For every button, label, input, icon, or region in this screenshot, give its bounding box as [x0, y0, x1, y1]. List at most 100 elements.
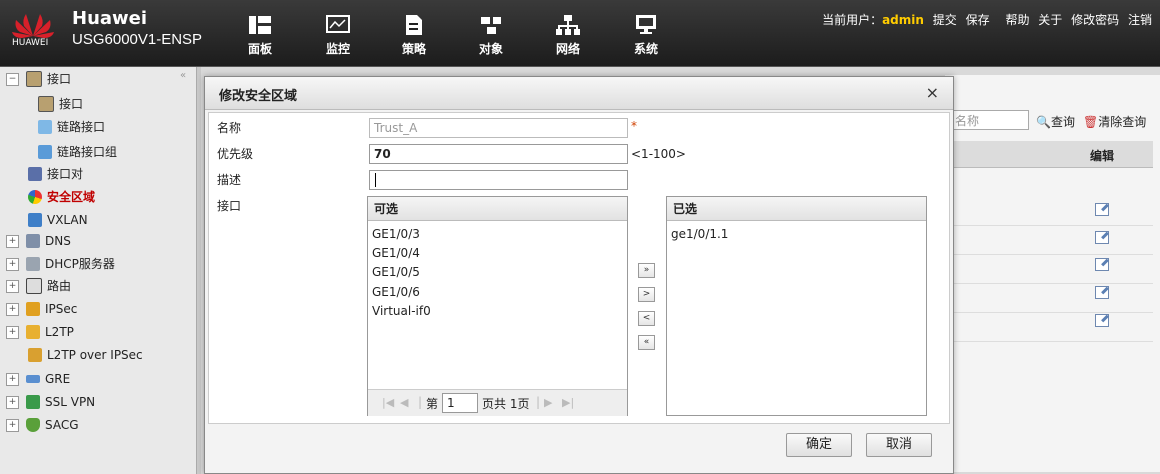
query-button[interactable]: 🔍查询: [1036, 113, 1075, 130]
close-icon[interactable]: ×: [926, 83, 939, 102]
cancel-button[interactable]: 取消: [866, 433, 932, 457]
help-link[interactable]: 帮助: [1005, 13, 1029, 27]
available-option[interactable]: GE1/0/6: [372, 285, 420, 299]
move-all-left-button[interactable]: «: [638, 335, 655, 350]
submit-link[interactable]: 提交: [933, 13, 957, 27]
sidebar-item-dns[interactable]: + DNS: [6, 231, 71, 251]
edit-icon[interactable]: [1095, 258, 1109, 271]
first-page-icon[interactable]: |◀: [382, 396, 394, 409]
current-user-label: 当前用户：: [822, 13, 883, 27]
policy-icon: [406, 15, 422, 35]
current-user: admin: [882, 13, 924, 27]
expand-toggle-icon[interactable]: +: [6, 302, 19, 316]
nav-label: 网络: [555, 42, 580, 56]
query-label: 查询: [1050, 115, 1075, 129]
interface-pair-icon: [28, 167, 42, 181]
move-left-button[interactable]: <: [638, 311, 655, 326]
zone-search-input[interactable]: 名称: [951, 110, 1029, 130]
available-option[interactable]: Virtual-if0: [372, 304, 431, 318]
security-zone-icon: [28, 190, 42, 204]
dialog-body: 名称 Trust_A * 优先级 70 <1-100> 描述 接口 可选 GE1…: [208, 112, 950, 424]
sidebar-item-link-interface-group[interactable]: 链路接口组: [38, 142, 117, 162]
save-link[interactable]: 保存: [966, 13, 990, 27]
page-number-input[interactable]: 1: [442, 393, 478, 413]
name-field[interactable]: Trust_A: [369, 118, 628, 138]
next-page-icon[interactable]: ▶: [544, 396, 552, 409]
gre-icon: [26, 375, 40, 383]
prev-page-icon[interactable]: ◀: [400, 396, 408, 409]
list-pager: |◀ ◀ | 第 1 页共 1页 | ▶ ▶|: [368, 389, 627, 416]
description-field[interactable]: [369, 170, 628, 190]
priority-field[interactable]: 70: [369, 144, 628, 164]
collapse-toggle-icon[interactable]: −: [6, 72, 19, 86]
sidebar-item-interface-pair[interactable]: 接口对: [28, 164, 83, 184]
expand-toggle-icon[interactable]: +: [6, 325, 19, 339]
confirm-button[interactable]: 确定: [786, 433, 852, 457]
l2tp-icon: [26, 325, 40, 339]
collapse-sidebar-icon[interactable]: «: [180, 70, 186, 81]
sidebar-item-l2tp[interactable]: + L2TP: [6, 322, 74, 342]
sidebar-item-interface-group[interactable]: − 接口: [6, 69, 71, 89]
sidebar-item-security-zone[interactable]: 安全区域: [28, 187, 95, 207]
dialog-title-bar: 修改安全区域 ×: [205, 77, 953, 110]
sidebar-item-vxlan[interactable]: VXLAN: [28, 210, 88, 230]
brand-name: Huawei: [72, 8, 148, 29]
l2tp-over-ipsec-icon: [28, 348, 42, 362]
about-link[interactable]: 关于: [1038, 13, 1062, 27]
required-mark: *: [631, 119, 637, 133]
sidebar-item-gre[interactable]: + GRE: [6, 369, 70, 389]
sidebar-item-dhcp-server[interactable]: + DHCP服务器: [6, 254, 115, 274]
link-interface-icon: [38, 120, 52, 134]
edit-icon[interactable]: [1095, 286, 1109, 299]
dns-icon: [26, 234, 40, 248]
move-all-right-button[interactable]: »: [638, 263, 655, 278]
sacg-icon: [26, 418, 40, 432]
sidebar-item-label: L2TP over IPSec: [47, 348, 143, 362]
sidebar-item-link-interface[interactable]: 链路接口: [38, 117, 105, 137]
available-option[interactable]: GE1/0/5: [372, 265, 420, 279]
device-model: USG6000V1-ENSP: [72, 31, 203, 48]
nav-system[interactable]: 系统: [621, 14, 671, 57]
sidebar-item-ipsec[interactable]: + IPSec: [6, 299, 77, 319]
nav-object[interactable]: 对象: [466, 14, 516, 57]
expand-toggle-icon[interactable]: +: [6, 418, 19, 432]
selected-option[interactable]: ge1/0/1.1: [671, 227, 728, 241]
table-row: [953, 283, 1153, 313]
expand-toggle-icon[interactable]: +: [6, 372, 19, 386]
move-right-button[interactable]: >: [638, 287, 655, 302]
edit-icon[interactable]: [1095, 231, 1109, 244]
expand-toggle-icon[interactable]: +: [6, 395, 19, 409]
expand-toggle-icon[interactable]: +: [6, 257, 19, 271]
nav-policy[interactable]: 策略: [389, 14, 439, 57]
nav-network[interactable]: 网络: [543, 14, 593, 57]
sidebar-item-sacg[interactable]: + SACG: [6, 415, 79, 435]
sidebar-item-l2tp-over-ipsec[interactable]: L2TP over IPSec: [28, 345, 143, 365]
priority-range-hint: <1-100>: [631, 147, 686, 161]
route-icon: [26, 278, 42, 294]
sidebar-item-interface[interactable]: 接口: [38, 94, 83, 114]
available-option[interactable]: GE1/0/3: [372, 227, 420, 241]
edit-icon[interactable]: [1095, 203, 1109, 216]
sidebar-item-ssl-vpn[interactable]: + SSL VPN: [6, 392, 95, 412]
last-page-icon[interactable]: ▶|: [562, 396, 574, 409]
nav-label: 监控: [325, 42, 350, 56]
edit-icon[interactable]: [1095, 314, 1109, 327]
change-password-link[interactable]: 修改密码: [1071, 13, 1119, 27]
logout-link[interactable]: 注销: [1128, 13, 1152, 27]
expand-toggle-icon[interactable]: +: [6, 279, 19, 293]
top-links: 当前用户：admin 提交 保存 帮助 关于 修改密码 注销: [817, 11, 1152, 28]
sidebar-item-label: 链路接口: [57, 120, 106, 134]
sidebar: « − 接口 接口 链路接口 链路接口组 接口对 安全区域 VXLAN + DN…: [0, 67, 197, 474]
nav-monitor[interactable]: 监控: [313, 14, 363, 57]
nav-dashboard[interactable]: 面板: [235, 14, 285, 57]
selected-header: 已选: [667, 197, 926, 221]
clear-query-button[interactable]: 🗑清除查询: [1083, 113, 1146, 130]
available-interfaces-list: 可选 GE1/0/3 GE1/0/4 GE1/0/5 GE1/0/6 Virtu…: [367, 196, 628, 416]
available-option[interactable]: GE1/0/4: [372, 246, 420, 260]
ssl-vpn-icon: [26, 395, 40, 409]
sidebar-item-label: SACG: [45, 418, 79, 432]
expand-toggle-icon[interactable]: +: [6, 234, 19, 248]
interface-icon: [38, 96, 54, 112]
dialog-title: 修改安全区域: [219, 89, 298, 104]
sidebar-item-route[interactable]: + 路由: [6, 276, 71, 296]
